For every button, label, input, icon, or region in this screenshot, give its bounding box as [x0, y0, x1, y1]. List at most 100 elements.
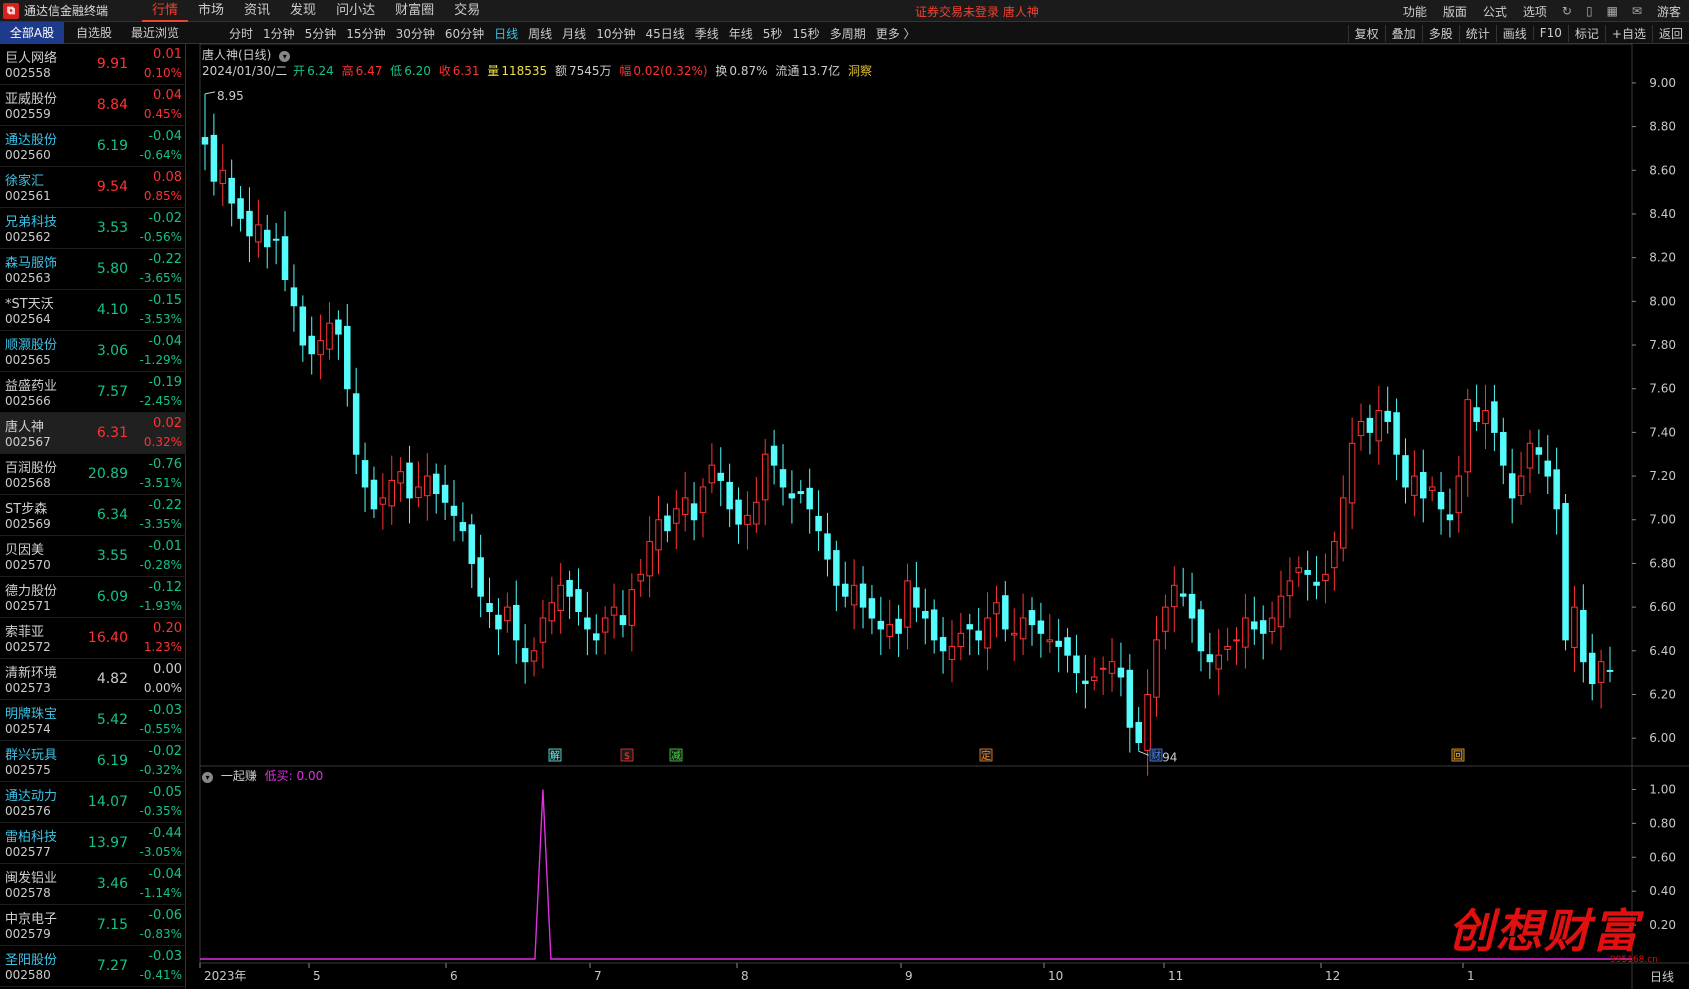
- candle-body: [1322, 573, 1329, 582]
- candle-body: [1295, 567, 1303, 573]
- vol-value: 118535: [501, 64, 548, 78]
- candle-body: [1446, 514, 1454, 521]
- candle-body: [1428, 486, 1436, 491]
- candle-body: [1313, 581, 1320, 586]
- candle-body: [1482, 410, 1489, 425]
- candle-body: [1046, 639, 1054, 643]
- candle-body: [1073, 655, 1080, 674]
- candle-body: [593, 633, 600, 641]
- amt-value: 7545万: [568, 64, 612, 78]
- candle-body: [1135, 722, 1142, 744]
- turn-value: 0.87%: [729, 64, 768, 78]
- candle-body: [379, 497, 387, 505]
- candle-body: [361, 460, 369, 488]
- candle-body: [673, 508, 680, 524]
- candle-body: [913, 587, 920, 608]
- indicator-tick-label: 0.80: [1649, 816, 1676, 830]
- candle-body: [1153, 639, 1160, 698]
- candle-body: [699, 486, 707, 514]
- candle-body: [637, 573, 644, 582]
- candle-body: [735, 499, 742, 525]
- candle-body: [486, 603, 493, 612]
- candle-body: [290, 287, 298, 307]
- candle-body: [1606, 669, 1614, 672]
- candle-body: [1571, 606, 1578, 648]
- candle-body: [406, 462, 413, 499]
- price-tick-label: 8.20: [1649, 251, 1676, 265]
- candle-body: [984, 617, 991, 649]
- price-tick-label: 6.40: [1649, 644, 1676, 658]
- candle-body: [477, 557, 484, 597]
- candle-body: [1402, 455, 1409, 488]
- candle-body: [504, 606, 511, 622]
- candle-body: [1002, 595, 1009, 630]
- chart-frame: [199, 43, 1633, 964]
- candle-body: [219, 169, 227, 184]
- time-tick-label: 5: [313, 969, 321, 983]
- watermark: 创想财富: [1448, 904, 1640, 958]
- collapse-icon[interactable]: ▾: [202, 772, 213, 783]
- candle-body: [1099, 667, 1107, 670]
- candle-body: [1126, 669, 1134, 728]
- candle-body: [1268, 617, 1276, 633]
- candle-body: [1233, 639, 1240, 642]
- candle-body: [1348, 442, 1356, 504]
- candle-body: [246, 210, 253, 237]
- candle-body: [1188, 593, 1196, 619]
- candle-body: [512, 604, 520, 641]
- candle-body: [1517, 475, 1525, 497]
- indicator-value: 低买: 0.00: [264, 769, 324, 783]
- candle-body: [833, 550, 840, 586]
- kline-chart[interactable]: 6.00 6.20 6.40 6.60 6.80 7.00 7.20 7.40 7.60 7.80…: [0, 0, 1689, 989]
- candle-body: [1500, 432, 1507, 466]
- candle-body: [326, 322, 333, 350]
- candle-body: [1562, 503, 1569, 641]
- candle-body: [868, 598, 876, 619]
- candle-body: [1366, 417, 1374, 433]
- candle-body: [726, 481, 733, 510]
- insight-link[interactable]: 洞察: [848, 64, 872, 78]
- candle-body: [1162, 606, 1169, 632]
- time-tick-label: 2023年: [204, 969, 247, 983]
- price-tick-label: 8.60: [1649, 163, 1676, 177]
- candle-body: [993, 602, 1000, 615]
- candle-body: [859, 583, 867, 608]
- candle-body: [1304, 569, 1311, 575]
- candle-body: [1357, 420, 1365, 437]
- candle-body: [1010, 632, 1018, 636]
- indicator-header: ▾ 一起赚 低买: 0.00: [202, 767, 323, 784]
- candle-body: [415, 486, 422, 499]
- candle-body: [717, 472, 725, 481]
- candle-body: [521, 648, 529, 663]
- price-tick-label: 9.00: [1649, 76, 1676, 90]
- close-value: 6.31: [452, 64, 480, 78]
- price-tick-label: 6.20: [1649, 687, 1676, 701]
- price-tick-label: 8.80: [1649, 120, 1676, 134]
- dropdown-icon[interactable]: ▾: [279, 51, 291, 62]
- candle-body: [210, 134, 218, 182]
- candle-body: [1544, 460, 1552, 477]
- high-label: 高: [341, 64, 354, 78]
- indicator-name[interactable]: 一起赚: [221, 769, 257, 783]
- candle-body: [1464, 399, 1471, 473]
- time-tick-label: 7: [594, 969, 602, 983]
- event-marker: 减: [671, 750, 681, 762]
- time-tick-label: 10: [1048, 969, 1063, 983]
- price-tick-label: 8.00: [1649, 294, 1676, 308]
- time-tick-label: 11: [1168, 969, 1183, 983]
- open-value: 6.24: [307, 64, 334, 78]
- candle-body: [601, 617, 609, 633]
- candle-body: [263, 229, 271, 248]
- candle-body: [824, 533, 831, 560]
- candle-body: [753, 501, 760, 525]
- chart-title-text: 唐人神(日线): [202, 48, 272, 62]
- candle-body: [1553, 469, 1560, 510]
- candle-body: [1491, 401, 1498, 433]
- time-tick-label: 12: [1325, 969, 1340, 983]
- candle-body: [1037, 620, 1045, 634]
- candle-body: [281, 236, 289, 280]
- candle-body: [744, 514, 751, 525]
- price-tick-label: 8.40: [1649, 207, 1676, 221]
- candle-body: [1144, 693, 1151, 751]
- watermark-url: 995168.cn: [1610, 955, 1658, 965]
